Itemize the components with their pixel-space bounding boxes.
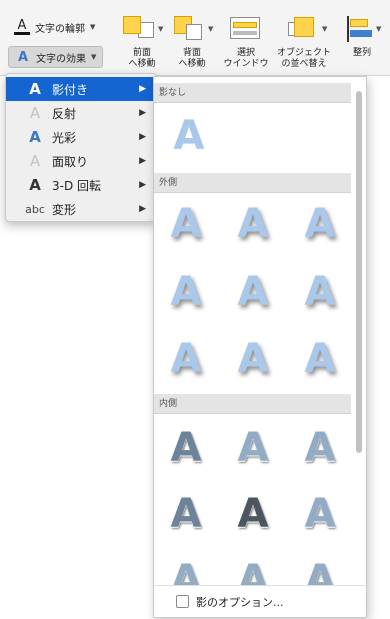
text-effect-button[interactable]: A 文字の効果 ▼ bbox=[8, 46, 104, 68]
menu-item-label: 影付き bbox=[52, 82, 89, 97]
reflection-effect-icon: A bbox=[29, 104, 41, 122]
menu-item-reflection[interactable]: A 反射 ▶ bbox=[6, 101, 156, 125]
selection-pane-icon bbox=[216, 14, 276, 42]
shadow-option-inner[interactable]: A bbox=[163, 491, 209, 537]
checkbox-icon bbox=[176, 595, 189, 608]
tool-label-line1: 選択 bbox=[236, 48, 255, 58]
section-header-no-shadow: 影なし bbox=[154, 83, 351, 103]
text-outline-icon: A bbox=[14, 19, 30, 35]
shadow-option-outer[interactable]: A bbox=[163, 336, 209, 382]
tool-label-line2: ウインドウ bbox=[223, 59, 269, 69]
menu-item-label: 3-D 回転 bbox=[52, 178, 102, 193]
3d-rotation-effect-icon: A bbox=[29, 176, 41, 194]
text-outline-button[interactable]: A 文字の輪郭 ▼ bbox=[8, 16, 101, 38]
shadow-effect-icon: A bbox=[29, 80, 41, 98]
section-header-outer: 外側 bbox=[154, 173, 351, 193]
send-backward-icon: ▼ bbox=[162, 14, 222, 42]
menu-item-label: 光彩 bbox=[52, 130, 77, 145]
send-backward-button[interactable]: ▼ 背面 へ移動 bbox=[162, 14, 222, 70]
shadow-option-outer[interactable]: A bbox=[297, 201, 343, 247]
tool-label-line1: 整列 bbox=[352, 48, 371, 58]
reorder-objects-button[interactable]: ▼ オブジェクト の並べ替え bbox=[274, 14, 334, 70]
glow-effect-icon: A bbox=[29, 128, 41, 146]
align-button[interactable]: ▼ 整列 bbox=[334, 14, 390, 59]
ribbon: A 文字の輪郭 ▼ A 文字の効果 ▼ ▼ 前面 へ移動 ▼ 背面 へ移動 選択 bbox=[0, 0, 390, 76]
submenu-arrow-icon: ▶ bbox=[139, 204, 146, 214]
align-icon: ▼ bbox=[334, 14, 390, 42]
shadow-option-outer[interactable]: A bbox=[230, 269, 276, 315]
submenu-arrow-icon: ▶ bbox=[139, 180, 146, 190]
chevron-down-icon: ▼ bbox=[91, 53, 97, 61]
reorder-objects-icon: ▼ bbox=[274, 14, 334, 42]
section-header-inner: 内側 bbox=[154, 394, 351, 414]
text-outline-label: 文字の輪郭 bbox=[35, 23, 85, 35]
menu-item-label: 反射 bbox=[52, 106, 77, 121]
shadow-option-none[interactable]: A bbox=[166, 113, 212, 159]
submenu-arrow-icon: ▶ bbox=[139, 132, 146, 142]
shadow-option-outer[interactable]: A bbox=[163, 269, 209, 315]
gallery-scrollbar[interactable] bbox=[354, 83, 365, 583]
tool-label-line2: の並べ替え bbox=[281, 59, 327, 69]
text-effect-menu: A 影付き ▶ A 反射 ▶ A 光彩 ▶ A 面取り ▶ A 3-D 回転 ▶… bbox=[5, 73, 157, 222]
shadow-option-inner[interactable]: A bbox=[297, 491, 343, 537]
chevron-down-icon: ▼ bbox=[90, 23, 96, 31]
submenu-arrow-icon: ▶ bbox=[139, 84, 146, 94]
shadow-option-outer[interactable]: A bbox=[297, 336, 343, 382]
text-effect-label: 文字の効果 bbox=[36, 53, 86, 65]
shadow-options-label: 影のオプション... bbox=[196, 595, 284, 609]
tool-label-line2: へ移動 bbox=[178, 59, 206, 69]
menu-item-3d-rotation[interactable]: A 3-D 回転 ▶ bbox=[6, 173, 156, 197]
tool-label-line1: オブジェクト bbox=[276, 48, 331, 58]
shadow-option-inner[interactable]: A bbox=[297, 425, 343, 471]
menu-item-shadow[interactable]: A 影付き ▶ bbox=[6, 77, 156, 101]
menu-item-transform[interactable]: abc 変形 ▶ bbox=[6, 197, 156, 221]
shadow-option-outer[interactable]: A bbox=[297, 269, 343, 315]
shadow-options-button[interactable]: 影のオプション... bbox=[154, 585, 366, 617]
shadow-option-outer[interactable]: A bbox=[230, 201, 276, 247]
bevel-effect-icon: A bbox=[29, 152, 41, 170]
tool-label-line1: 背面 bbox=[182, 48, 201, 58]
shadow-option-outer[interactable]: A bbox=[163, 201, 209, 247]
shadow-option-inner[interactable]: A bbox=[163, 425, 209, 471]
menu-item-label: 面取り bbox=[52, 154, 89, 169]
scrollbar-thumb[interactable] bbox=[356, 91, 362, 453]
text-effect-icon: A bbox=[17, 49, 29, 65]
transform-effect-icon: abc bbox=[25, 202, 45, 216]
menu-item-glow[interactable]: A 光彩 ▶ bbox=[6, 125, 156, 149]
menu-item-bevel[interactable]: A 面取り ▶ bbox=[6, 149, 156, 173]
shadow-gallery: 影なし A 外側 A A A A A A A A A 内側 A A A A A … bbox=[153, 76, 367, 618]
menu-item-label: 変形 bbox=[52, 202, 77, 217]
shadow-option-inner[interactable]: A bbox=[230, 425, 276, 471]
shadow-option-inner[interactable]: A bbox=[230, 491, 276, 537]
submenu-arrow-icon: ▶ bbox=[139, 156, 146, 166]
selection-pane-button[interactable]: 選択 ウインドウ bbox=[216, 14, 276, 70]
submenu-arrow-icon: ▶ bbox=[139, 108, 146, 118]
shadow-option-outer[interactable]: A bbox=[230, 336, 276, 382]
